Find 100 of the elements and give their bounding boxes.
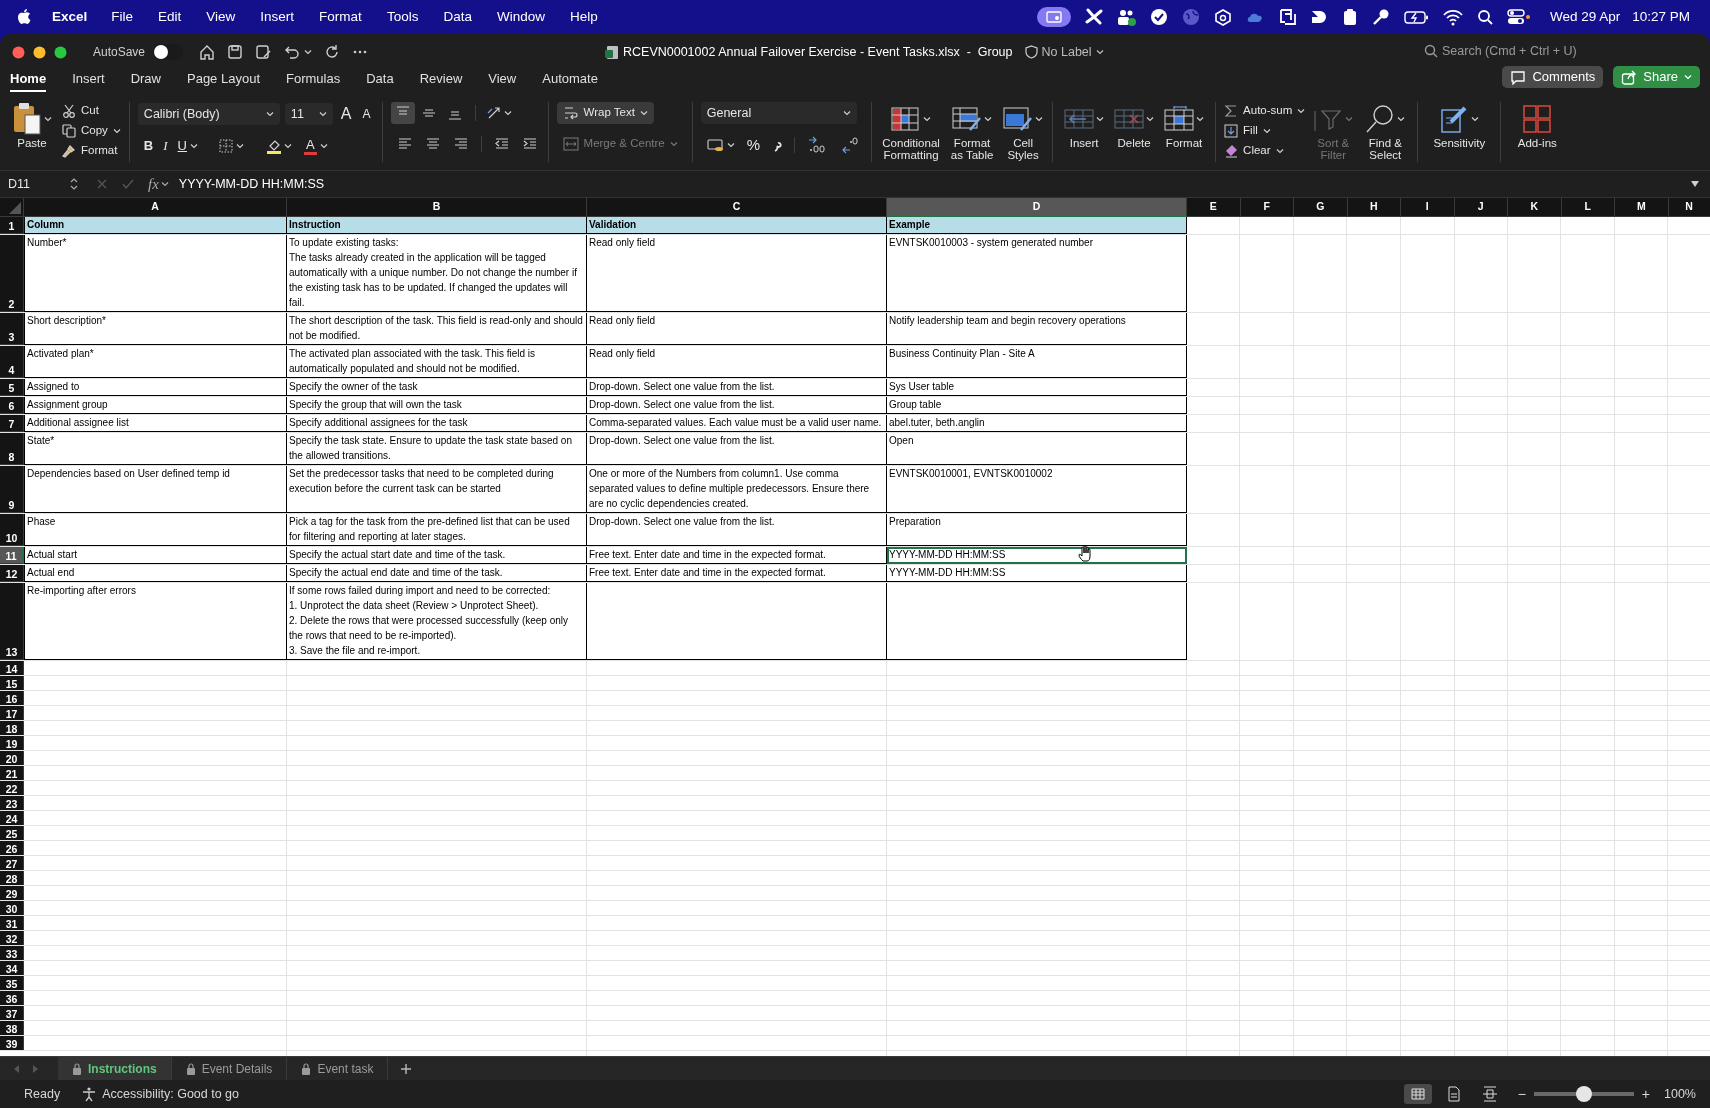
worksheet-grid[interactable]	[0, 198, 1710, 1056]
sheet-tab[interactable]: Instructions	[58, 1056, 172, 1081]
row-header[interactable]: 13	[0, 583, 24, 660]
wrap-text-button[interactable]: Wrap Text	[556, 102, 654, 124]
accessibility-status[interactable]: Accessibility: Good to go	[82, 1084, 239, 1104]
row-header[interactable]: 27	[0, 856, 24, 870]
row-header[interactable]: 24	[0, 811, 24, 825]
font-dropdown[interactable]: Calibri (Body)	[137, 103, 280, 125]
menu-item[interactable]: Format	[319, 6, 362, 28]
row-header[interactable]: 33	[0, 946, 24, 960]
row-header[interactable]: 9	[0, 466, 24, 513]
name-box[interactable]: D11	[0, 173, 82, 195]
row-header[interactable]: 31	[0, 916, 24, 930]
table-cell[interactable]: YYYY-MM-DD HH:MM:SS	[887, 547, 1187, 564]
column-header[interactable]: M	[1615, 198, 1669, 217]
column-header[interactable]: F	[1240, 198, 1294, 217]
column-header[interactable]: C	[587, 198, 887, 217]
grow-font-button[interactable]: A	[337, 102, 355, 126]
row-header[interactable]: 36	[0, 991, 24, 1005]
ribbon-tab[interactable]: Page Layout	[187, 70, 260, 92]
menu-item[interactable]: Help	[569, 6, 598, 28]
home-icon[interactable]	[199, 44, 216, 60]
delete-cells-button[interactable]: Delete	[1111, 102, 1158, 149]
find-select-button[interactable]: Find & Select	[1361, 102, 1410, 161]
row-header[interactable]: 38	[0, 1021, 24, 1035]
row-header[interactable]: 29	[0, 886, 24, 900]
column-header[interactable]: K	[1508, 198, 1562, 217]
font-size-dropdown[interactable]: 11	[284, 103, 333, 125]
battery-icon[interactable]	[1403, 8, 1429, 26]
zoom-in-button[interactable]: +	[1641, 1083, 1650, 1105]
ribbon-tab[interactable]: Review	[419, 70, 463, 92]
ribbon-tab[interactable]: Formulas	[286, 70, 341, 92]
shrink-font-button[interactable]: A	[359, 105, 374, 123]
slider-thumb[interactable]	[1575, 1086, 1592, 1102]
column-header[interactable]: H	[1347, 198, 1401, 217]
column-header[interactable]: L	[1561, 198, 1615, 217]
column-header[interactable]: G	[1294, 198, 1348, 217]
cell-styles-button[interactable]: Cell Styles	[1002, 102, 1045, 161]
font-color-button[interactable]: A	[304, 137, 328, 155]
cut-button[interactable]: Cut	[62, 102, 121, 120]
add-ins-button[interactable]: Add-ins	[1509, 102, 1566, 149]
row-header[interactable]: 2	[0, 235, 24, 312]
sensitivity-label[interactable]: No Label	[1041, 42, 1104, 62]
borders-button[interactable]	[216, 136, 246, 156]
insert-cells-button[interactable]: Insert	[1061, 102, 1108, 149]
ribbon-tab[interactable]: View	[488, 70, 517, 92]
column-header[interactable]: D	[887, 198, 1187, 217]
row-header[interactable]: 32	[0, 931, 24, 945]
italic-button[interactable]: I	[163, 136, 168, 156]
ribbon-tab[interactable]: Insert	[72, 70, 105, 92]
clipboard-icon[interactable]	[1341, 8, 1358, 26]
sensitivity-button[interactable]: Sensitivity	[1426, 102, 1493, 149]
copy-button[interactable]: Copy	[62, 122, 121, 140]
menu-item[interactable]: Insert	[260, 6, 295, 28]
close-window-icon[interactable]	[12, 45, 25, 59]
row-header[interactable]: 5	[0, 379, 24, 396]
select-all-corner[interactable]	[0, 198, 24, 217]
fill-button[interactable]: Fill	[1224, 122, 1306, 140]
clear-button[interactable]: Clear	[1224, 142, 1306, 160]
row-header[interactable]: 14	[0, 661, 24, 675]
row-header[interactable]: 19	[0, 736, 24, 750]
format-painter-button[interactable]: Format	[62, 142, 121, 160]
underline-button[interactable]: U	[177, 136, 198, 156]
column-header[interactable]: A	[24, 198, 287, 217]
zoom-out-button[interactable]: −	[1517, 1083, 1526, 1105]
menu-item[interactable]: Window	[496, 6, 545, 28]
share-button[interactable]: Share	[1613, 66, 1700, 88]
row-header[interactable]: 34	[0, 961, 24, 975]
column-header[interactable]: E	[1187, 198, 1241, 217]
wifi-icon[interactable]	[1442, 8, 1463, 26]
save-edit-icon[interactable]	[255, 44, 273, 60]
comments-button[interactable]: Comments	[1502, 66, 1604, 88]
format-as-table-button[interactable]: Format as Table	[948, 102, 997, 161]
search-field[interactable]: Search (Cmd + Ctrl + U)	[1424, 42, 1642, 61]
redo-icon[interactable]	[324, 44, 341, 60]
row-header[interactable]: 26	[0, 841, 24, 855]
column-header[interactable]: N	[1668, 198, 1710, 217]
autosum-button[interactable]: Auto-sum	[1224, 102, 1306, 120]
globe-icon[interactable]	[1181, 8, 1200, 26]
column-header[interactable]: J	[1454, 198, 1508, 217]
menu-item[interactable]: Data	[443, 6, 472, 28]
screen-icon[interactable]	[1036, 7, 1071, 27]
row-header[interactable]: 23	[0, 796, 24, 810]
undo-icon[interactable]	[284, 44, 301, 60]
row-header[interactable]: 8	[0, 433, 24, 465]
number-format-dropdown[interactable]: General	[700, 102, 857, 124]
row-header[interactable]: 37	[0, 1006, 24, 1020]
view-normal-button[interactable]	[1403, 1084, 1432, 1104]
menu-item[interactable]: Tools	[386, 6, 419, 28]
menu-item[interactable]: View	[206, 6, 236, 28]
insert-function-button[interactable]: fx	[148, 172, 169, 196]
align-top-button[interactable]	[390, 102, 415, 124]
row-header[interactable]: 20	[0, 751, 24, 765]
conditional-formatting-button[interactable]: Conditional Formatting	[880, 102, 943, 161]
check-circle-icon[interactable]	[1149, 8, 1168, 26]
search-icon[interactable]	[1476, 9, 1493, 25]
row-header[interactable]: 17	[0, 706, 24, 720]
row-header[interactable]: 10	[0, 514, 24, 546]
minimize-window-icon[interactable]	[33, 45, 46, 59]
percent-button[interactable]: %	[746, 134, 761, 157]
